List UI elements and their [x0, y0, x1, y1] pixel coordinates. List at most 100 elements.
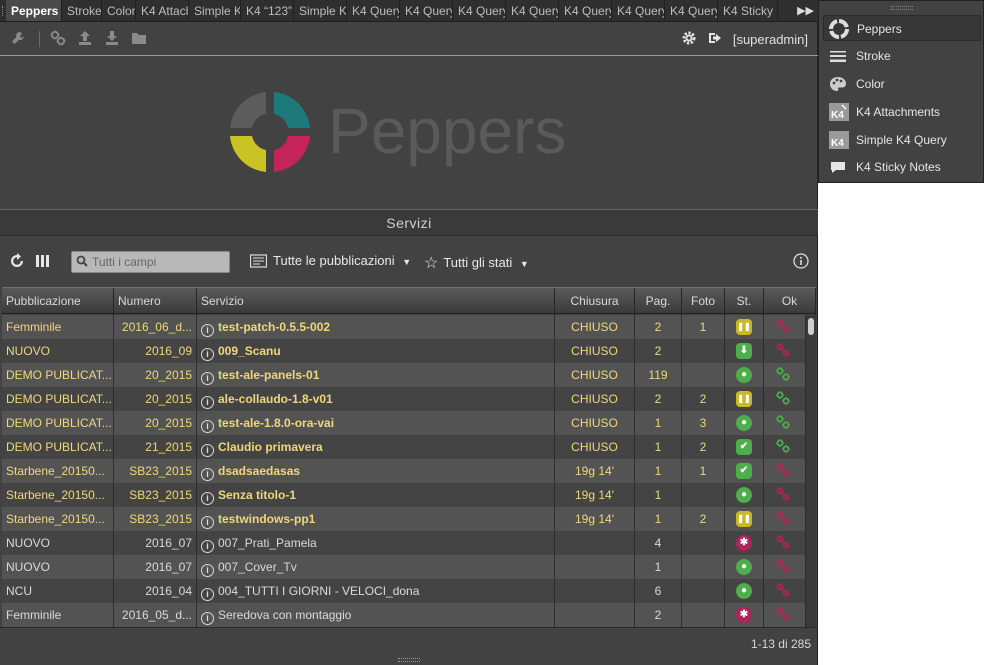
- panel-item-stroke[interactable]: Stroke: [823, 43, 981, 69]
- cell-servizio[interactable]: i test-ale-1.8.0-ora-vai: [197, 411, 555, 435]
- tab-k4-query[interactable]: K4 Query: [665, 0, 718, 21]
- logout-icon[interactable]: [706, 30, 724, 48]
- panel-item-peppers[interactable]: Peppers: [823, 15, 981, 41]
- tab-k4-query[interactable]: K4 Query: [612, 0, 665, 21]
- tab-peppers[interactable]: Peppers: [6, 0, 62, 21]
- panel-item-k4-attachments[interactable]: K4 K4 Attachments: [823, 99, 981, 125]
- cell-servizio[interactable]: i test-patch-0.5.5-002: [197, 315, 555, 339]
- broken-link-icon[interactable]: [775, 343, 791, 359]
- broken-link-icon[interactable]: [775, 559, 791, 575]
- link-icon[interactable]: [775, 415, 791, 431]
- refresh-icon[interactable]: [9, 253, 25, 272]
- broken-link-icon[interactable]: [775, 583, 791, 599]
- info-icon[interactable]: i: [201, 564, 214, 577]
- broken-link-icon[interactable]: [775, 535, 791, 551]
- tab-color[interactable]: Color: [102, 0, 136, 21]
- tab-k4-query[interactable]: K4 Query: [506, 0, 559, 21]
- user-status-icon[interactable]: ●: [736, 583, 752, 599]
- cell-servizio[interactable]: i 004_TUTTI I GIORNI - VELOCI_dona: [197, 579, 555, 603]
- link-icon[interactable]: [775, 391, 791, 407]
- cell-servizio[interactable]: i 009_Scanu: [197, 339, 555, 363]
- gear-icon[interactable]: [680, 30, 698, 48]
- table-row[interactable]: Starbene_20150... SB23_2015 i testwindows-p…: [2, 507, 806, 531]
- info-icon[interactable]: i: [201, 324, 214, 337]
- user-status-icon[interactable]: ●: [736, 487, 752, 503]
- pause-status-icon[interactable]: ❚❚: [736, 511, 752, 527]
- cell-servizio[interactable]: i Seredova con montaggio: [197, 603, 555, 627]
- check-status-icon[interactable]: ✔: [736, 463, 752, 479]
- info-icon[interactable]: i: [201, 588, 214, 601]
- column-header-foto[interactable]: Foto: [682, 288, 725, 315]
- states-dropdown[interactable]: ☆ Tutti gli stati ▼: [424, 253, 529, 273]
- table-row[interactable]: Starbene_20150... SB23_2015 i Senza titolo-…: [2, 483, 806, 507]
- cell-servizio[interactable]: i test-ale-panels-01: [197, 363, 555, 387]
- info-icon[interactable]: i: [201, 396, 214, 409]
- broken-link-icon[interactable]: [775, 319, 791, 335]
- column-header-st[interactable]: St.: [725, 288, 764, 315]
- table-row[interactable]: Starbene_20150... SB23_2015 i dsadsaedasas 1…: [2, 459, 806, 483]
- tab-k4-query[interactable]: K4 Query: [453, 0, 506, 21]
- vertical-scrollbar[interactable]: [806, 315, 816, 627]
- cell-servizio[interactable]: i Claudio primavera: [197, 435, 555, 459]
- tab-overflow-icon[interactable]: ▶▶: [797, 0, 814, 21]
- column-header-pubblicazione[interactable]: Pubblicazione: [2, 288, 114, 315]
- wrench-icon[interactable]: [9, 30, 27, 48]
- info-icon[interactable]: [793, 253, 809, 272]
- info-icon[interactable]: i: [201, 468, 214, 481]
- pause-status-icon[interactable]: ❚❚: [736, 391, 752, 407]
- info-icon[interactable]: i: [201, 612, 214, 625]
- table-row[interactable]: NCU 2016_04 i 004_TUTTI I GIORNI - VELOCI_d…: [2, 579, 806, 603]
- search-field[interactable]: [71, 251, 230, 273]
- link-icon[interactable]: [775, 439, 791, 455]
- resize-grip[interactable]: [398, 658, 420, 662]
- column-header-servizio[interactable]: Servizio: [197, 288, 555, 315]
- cell-servizio[interactable]: i ale-collaudo-1.8-v01: [197, 387, 555, 411]
- cell-servizio[interactable]: i Senza titolo-1: [197, 483, 555, 507]
- info-icon[interactable]: i: [201, 492, 214, 505]
- panel-grip[interactable]: [891, 6, 913, 10]
- search-input[interactable]: [92, 254, 227, 270]
- download-status-icon[interactable]: ⬇: [736, 343, 752, 359]
- table-row[interactable]: DEMO PUBLICAT... 20_2015 i test-ale-panels-…: [2, 363, 806, 387]
- info-icon[interactable]: i: [201, 348, 214, 361]
- link-icon[interactable]: [775, 367, 791, 383]
- panel-item-color[interactable]: Color: [823, 71, 981, 97]
- user-status-icon[interactable]: ●: [736, 367, 752, 383]
- tab-k4-query[interactable]: K4 Query: [559, 0, 612, 21]
- tab-k4-query[interactable]: K4 Query: [347, 0, 400, 21]
- table-row[interactable]: DEMO PUBLICAT... 21_2015 i Claudio primaver…: [2, 435, 806, 459]
- cell-servizio[interactable]: i 007_Cover_Tv: [197, 555, 555, 579]
- cell-servizio[interactable]: i testwindows-pp1: [197, 507, 555, 531]
- user-status-icon[interactable]: ●: [736, 559, 752, 575]
- table-row[interactable]: DEMO PUBLICAT... 20_2015 i test-ale-1.8.0-o…: [2, 411, 806, 435]
- column-header-ok[interactable]: Ok: [764, 288, 816, 315]
- column-header-chiusura[interactable]: Chiusura: [555, 288, 635, 315]
- panel-item-simple-k4-query[interactable]: K4 Simple K4 Query: [823, 127, 981, 153]
- link-icon[interactable]: [49, 30, 67, 48]
- folder-icon[interactable]: [130, 30, 148, 48]
- scrollbar-thumb[interactable]: [808, 318, 814, 335]
- tab-grip[interactable]: [2, 6, 5, 16]
- cell-servizio[interactable]: i dsadsaedasas: [197, 459, 555, 483]
- upload-icon[interactable]: [76, 30, 94, 48]
- columns-icon[interactable]: [36, 253, 50, 272]
- info-icon[interactable]: i: [201, 420, 214, 433]
- tab-simple-k4-query[interactable]: Simple K4 Query: [189, 0, 241, 21]
- cell-servizio[interactable]: i 007_Prati_Pamela: [197, 531, 555, 555]
- tab-k4-attachments[interactable]: K4 Attachments: [136, 0, 189, 21]
- download-icon[interactable]: [103, 30, 121, 48]
- info-icon[interactable]: i: [201, 372, 214, 385]
- user-status-icon[interactable]: ●: [736, 415, 752, 431]
- broken-link-icon[interactable]: [775, 463, 791, 479]
- pause-status-icon[interactable]: ❚❚: [736, 319, 752, 335]
- column-header-numero[interactable]: Numero: [114, 288, 197, 315]
- tab-k4-query[interactable]: K4 Query: [400, 0, 453, 21]
- info-icon[interactable]: i: [201, 540, 214, 553]
- tab-k4-sticky-notes[interactable]: K4 Sticky Notes: [718, 0, 778, 21]
- user-label[interactable]: [superadmin]: [733, 32, 808, 47]
- table-row[interactable]: DEMO PUBLICAT... 20_2015 i ale-collaudo-1.8…: [2, 387, 806, 411]
- broken-link-icon[interactable]: [775, 511, 791, 527]
- info-icon[interactable]: i: [201, 516, 214, 529]
- table-row[interactable]: Femminile 2016_05_d... i Seredova con monta…: [2, 603, 806, 627]
- table-row[interactable]: NUOVO 2016_07 i 007_Prati_Pamela 4 ✱: [2, 531, 806, 555]
